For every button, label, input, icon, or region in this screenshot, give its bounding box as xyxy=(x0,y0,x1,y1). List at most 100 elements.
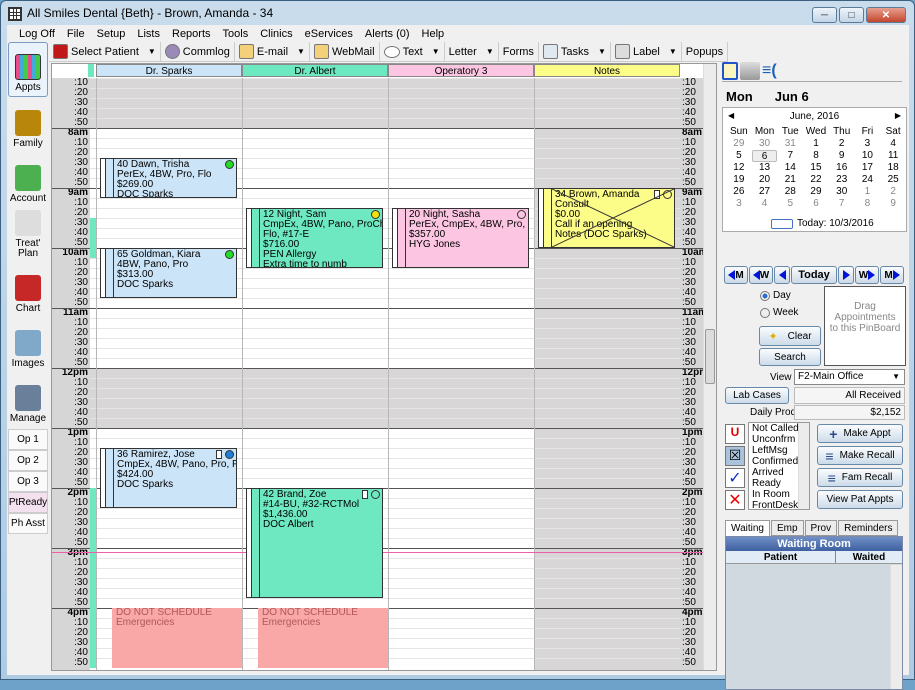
minimize-button[interactable]: ─ xyxy=(812,7,837,23)
calendar-day[interactable]: 8 xyxy=(855,198,881,210)
appointment-night-sam[interactable]: 12 Night, SamCmpEx, 4BW, Pano, ProChild,… xyxy=(246,208,383,268)
month-calendar[interactable]: ◀ June, 2016 ▶ Sun Mon Tue Wed Thu Fri Sat 29 30… xyxy=(722,107,907,232)
calendar-day[interactable]: 27 xyxy=(752,186,778,198)
prev-week-button[interactable]: W xyxy=(749,266,773,284)
view-button-op-2[interactable]: Op 2 xyxy=(8,450,48,471)
unschedule-icon[interactable]: U xyxy=(725,424,745,444)
close-button[interactable]: ✕ xyxy=(866,7,906,23)
calendar-day[interactable]: 30 xyxy=(752,138,778,150)
calendar-day[interactable]: 13 xyxy=(752,162,778,174)
calendar-day[interactable]: 7 xyxy=(777,150,803,162)
calendar-day[interactable]: 30 xyxy=(829,186,855,198)
calendar-day[interactable]: 29 xyxy=(726,138,752,150)
tab-prov[interactable]: Prov xyxy=(804,520,838,536)
module-manage[interactable]: Manage xyxy=(8,372,48,427)
module-appts[interactable]: Appts xyxy=(8,42,48,97)
day-radio[interactable]: Day xyxy=(760,290,791,301)
chevron-down-icon[interactable]: ▼ xyxy=(432,47,440,56)
calendar-day[interactable]: 9 xyxy=(829,150,855,162)
view-button-ph-asst[interactable]: Ph Asst xyxy=(8,513,48,534)
calendar-day[interactable]: 1 xyxy=(803,138,829,150)
calendar-day[interactable]: 3 xyxy=(855,138,881,150)
next-week-button[interactable]: W xyxy=(855,266,879,284)
calendar-day[interactable]: 20 xyxy=(752,174,778,186)
chevron-down-icon[interactable]: ▼ xyxy=(598,47,606,56)
chevron-down-icon[interactable]: ▼ xyxy=(486,47,494,56)
appointment-brown-amanda[interactable]: 34 Brown, Amanda Consult $0.00 Call if an o… xyxy=(538,188,675,248)
waited-column-header[interactable]: Waited xyxy=(836,551,902,563)
calendar-day[interactable]: 14 xyxy=(777,162,803,174)
chevron-down-icon[interactable]: ▼ xyxy=(669,47,677,56)
calendar-day[interactable]: 3 xyxy=(726,198,752,210)
module-chart[interactable]: Chart xyxy=(8,262,48,317)
clear-button[interactable]: ✦ Clear xyxy=(759,326,821,346)
calendar-day[interactable]: 22 xyxy=(803,174,829,186)
scrollbar-thumb[interactable] xyxy=(705,329,715,384)
week-radio[interactable]: Week xyxy=(760,307,798,318)
calendar-day[interactable]: 4 xyxy=(880,138,906,150)
view-button-ptready[interactable]: PtReady xyxy=(8,492,48,513)
calendar-day[interactable]: 15 xyxy=(803,162,829,174)
make-appt-button[interactable]: + Make Appt xyxy=(817,424,903,443)
calendar-day[interactable]: 29 xyxy=(803,186,829,198)
pinboard[interactable]: Drag Appointments to this PinBoard xyxy=(824,286,906,366)
tab-waiting[interactable]: Waiting xyxy=(725,520,770,536)
view-pat-appts-button[interactable]: View Pat Appts xyxy=(817,490,903,509)
next-day-button[interactable] xyxy=(838,266,854,284)
view-button-op-1[interactable]: Op 1 xyxy=(8,429,48,450)
module-account[interactable]: Account xyxy=(8,152,48,207)
toolbar-webmail-button[interactable]: WebMail xyxy=(310,41,380,62)
confirm-status-list[interactable]: Not Called Unconfrm LeftMsg Confirmed Arrive… xyxy=(748,422,810,510)
fam-recall-button[interactable]: ≡ Fam Recall xyxy=(817,468,903,487)
module-family[interactable]: Family xyxy=(8,97,48,152)
calendar-day[interactable]: 10 xyxy=(855,150,881,162)
calendar-day[interactable]: 9 xyxy=(880,198,906,210)
calendar-day[interactable]: 31 xyxy=(777,138,803,150)
menu-eservices[interactable]: eServices xyxy=(299,28,359,40)
appointment-schedule[interactable]: Dr. Sparks Dr. Albert Operatory 3 Notes:10:… xyxy=(51,63,717,671)
appointment-brand-zoe[interactable]: 42 Brand, Zoe #14-BU, #32-RCTMol $1,436.00… xyxy=(246,488,383,598)
toolbar-popups-button[interactable]: Popups xyxy=(682,41,729,62)
calendar-day[interactable]: 4 xyxy=(752,198,778,210)
prev-day-button[interactable] xyxy=(774,266,790,284)
calendar-day[interactable]: 2 xyxy=(880,186,906,198)
menu-reports[interactable]: Reports xyxy=(166,28,217,40)
calendar-day[interactable]: 11 xyxy=(880,150,906,162)
calendar-day[interactable]: 23 xyxy=(829,174,855,186)
toolbar-commlog-button[interactable]: Commlog xyxy=(161,41,235,62)
menu-alerts-0-[interactable]: Alerts (0) xyxy=(359,28,416,40)
calendar-day[interactable]: 6 xyxy=(803,198,829,210)
calendar-day[interactable]: 26 xyxy=(726,186,752,198)
view-button-op-3[interactable]: Op 3 xyxy=(8,471,48,492)
calendar-day[interactable]: 16 xyxy=(829,162,855,174)
calendar-day[interactable]: 5 xyxy=(777,198,803,210)
today-label[interactable]: Today: 10/3/2016 xyxy=(797,218,874,229)
calendar-day-selected[interactable]: 6 xyxy=(751,150,778,162)
next-month-arrow[interactable]: ▶ xyxy=(895,111,901,120)
prev-month-button[interactable]: M xyxy=(724,266,748,284)
toolbar-tasks-button[interactable]: Tasks ▼ xyxy=(539,41,611,62)
toolbar-e-mail-button[interactable]: E-mail ▼ xyxy=(235,41,310,62)
column-header-dr-sparks[interactable]: Dr. Sparks xyxy=(96,64,242,77)
appointment-goldman-kiara[interactable]: 65 Goldman, Kiara 4BW, Pano, Pro $313.00 DO… xyxy=(100,248,237,298)
toolbar-forms-button[interactable]: Forms xyxy=(499,41,539,62)
calendar-day[interactable]: 19 xyxy=(726,174,752,186)
calendar-day[interactable]: 12 xyxy=(726,162,752,174)
notes-icon[interactable] xyxy=(722,62,738,80)
calendar-day[interactable]: 18 xyxy=(880,162,906,174)
phone-icon[interactable]: ≡( xyxy=(762,62,780,80)
appointment-ramirez-jose[interactable]: 36 Ramirez, Jose CmpEx, 4BW, Pano, Pro, F… xyxy=(100,448,237,508)
radio-day-selected[interactable] xyxy=(760,290,770,301)
calendar-day[interactable]: 24 xyxy=(855,174,881,186)
next-month-button[interactable]: M xyxy=(880,266,904,284)
calendar-day[interactable]: 25 xyxy=(880,174,906,186)
menu-file[interactable]: File xyxy=(61,28,91,40)
complete-check-icon[interactable]: ✓ xyxy=(725,468,745,488)
radio-week[interactable] xyxy=(760,307,770,318)
calendar-day[interactable]: 2 xyxy=(829,138,855,150)
toolbar-text-button[interactable]: Text ▼ xyxy=(380,41,445,62)
maximize-button[interactable]: □ xyxy=(839,7,864,23)
calendar-day[interactable]: 17 xyxy=(855,162,881,174)
toolbar-label-button[interactable]: Label ▼ xyxy=(611,41,682,62)
waiting-room-scrollbar[interactable] xyxy=(890,565,902,689)
